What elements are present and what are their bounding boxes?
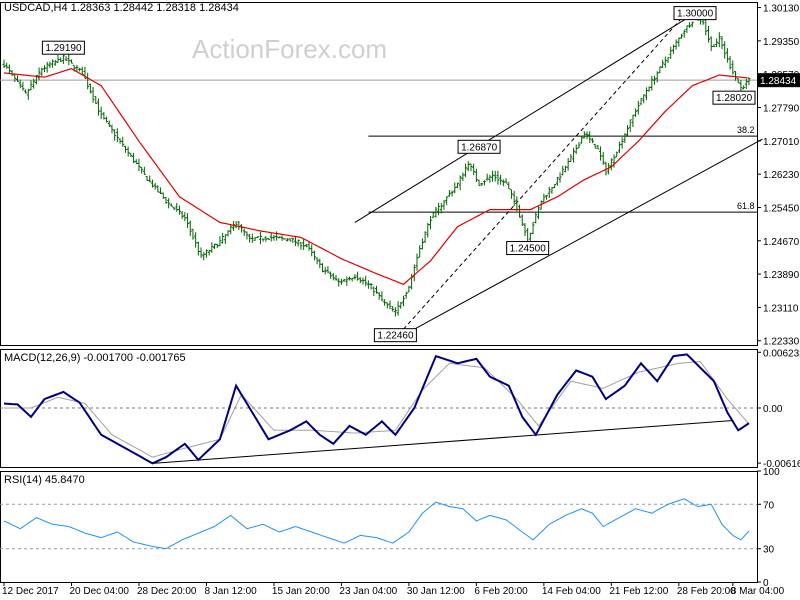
fib-level-label: 61.8 [737,201,755,211]
x-tick-label: 30 Jan 12:00 [407,586,465,597]
ohlc-values: 1.28363 1.28442 1.28318 1.28434 [70,2,239,14]
macd-trend-line [152,420,733,464]
price-annotation-label: 1.29190 [45,43,82,54]
x-tick-label: 21 Feb 12:00 [609,586,668,597]
fib-level-label: 38.2 [737,125,755,135]
watermark: ActionForex.com [192,34,388,64]
rsi-y-tick-label: 70 [763,500,775,511]
rsi-line [3,498,750,550]
chart-header: USDCAD,H4 1.28363 1.28442 1.28318 1.2843… [4,2,239,14]
symbol-timeframe: USDCAD,H4 [4,2,68,14]
rsi-y-tick-label: 100 [763,467,780,478]
x-tick-label: 15 Jan 20:00 [272,586,330,597]
x-tick-label: 28 Feb 20:00 [677,586,736,597]
price-annotation-label: 1.28020 [716,93,753,104]
last-price-label: 1.28434 [760,76,797,87]
price-y-tick-label: 1.27010 [763,137,800,148]
price-y-tick-label: 1.30130 [763,4,800,15]
moving-average-line [3,67,750,285]
rsi-label: RSI(14) 45.8470 [4,474,85,486]
channel-line [354,6,707,223]
price-chart: 1.301301.293501.285701.277901.270101.262… [0,2,800,597]
price-y-tick-label: 1.26230 [763,170,800,181]
price-y-tick-label: 1.23110 [763,303,799,314]
price-y-tick-label: 1.23890 [763,270,800,281]
macd-y-tick-label: 0.006232 [763,348,800,359]
macd-label: MACD(12,26,9) -0.001700 -0.001765 [4,352,186,364]
x-tick-label: 6 Feb 20:00 [474,586,528,597]
price-annotation-label: 1.26870 [461,142,498,153]
price-y-tick-label: 1.25450 [763,203,800,214]
rsi-pane-frame [0,471,758,583]
x-tick-label: 8 Jan 12:00 [204,586,257,597]
price-y-tick-label: 1.22330 [763,337,800,348]
x-tick-label: 8 Mar 04:00 [731,586,785,597]
price-annotation-label: 1.24500 [510,244,547,255]
dashed-trend-line [403,14,685,330]
x-tick-label: 23 Jan 04:00 [339,586,397,597]
price-y-tick-label: 1.27790 [763,104,800,115]
price-y-tick-label: 1.24670 [763,237,800,248]
x-tick-label: 14 Feb 04:00 [542,586,601,597]
price-annotation-label: 1.22460 [377,331,414,342]
x-tick-label: 20 Dec 04:00 [69,586,129,597]
rsi-y-tick-label: 30 [763,545,775,556]
macd-y-tick-label: 0.00 [763,404,783,415]
price-annotation-label: 1.30000 [677,9,714,20]
price-y-tick-label: 1.29350 [763,37,800,48]
x-tick-label: 12 Dec 2017 [2,586,59,597]
x-tick-label: 28 Dec 20:00 [137,586,197,597]
